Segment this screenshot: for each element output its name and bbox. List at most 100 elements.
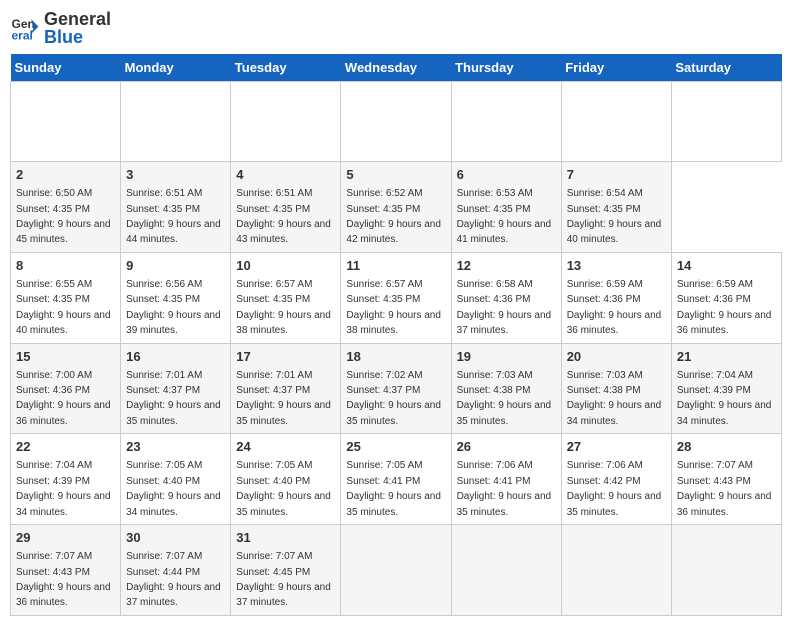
header-day-wednesday: Wednesday [341,54,451,82]
calendar-cell: 12 Sunrise: 6:58 AMSunset: 4:36 PMDayligh… [451,252,561,343]
day-info: Sunrise: 7:02 AMSunset: 4:37 PMDaylight:… [346,370,441,427]
day-info: Sunrise: 7:07 AMSunset: 4:43 PMDaylight:… [677,460,772,517]
calendar-cell: 21 Sunrise: 7:04 AMSunset: 4:39 PMDayligh… [671,343,781,434]
day-number: 31 [236,529,335,547]
day-number: 9 [126,257,225,275]
day-info: Sunrise: 6:58 AMSunset: 4:36 PMDaylight:… [457,279,552,336]
day-number: 17 [236,348,335,366]
day-number: 2 [16,166,115,184]
calendar-cell [561,82,671,162]
calendar-cell: 4Sunrise: 6:51 AMSunset: 4:35 PMDaylight… [231,162,341,253]
logo-icon: Gen eral [10,13,40,43]
calendar-cell: 29 Sunrise: 7:07 AMSunset: 4:43 PMDayligh… [11,525,121,616]
day-info: Sunrise: 6:59 AMSunset: 4:36 PMDaylight:… [677,279,772,336]
day-number: 25 [346,438,445,456]
calendar-cell [671,82,781,162]
calendar-cell [451,82,561,162]
calendar-cell: 27 Sunrise: 7:06 AMSunset: 4:42 PMDayligh… [561,434,671,525]
calendar-cell [11,82,121,162]
calendar-cell: 17Sunrise: 7:01 AMSunset: 4:37 PMDayligh… [231,343,341,434]
calendar-cell [341,82,451,162]
calendar-cell: 24 Sunrise: 7:05 AMSunset: 4:40 PMDayligh… [231,434,341,525]
day-number: 29 [16,529,115,547]
day-info: Sunrise: 6:50 AMSunset: 4:35 PMDaylight:… [16,188,111,245]
day-info: Sunrise: 6:51 AMSunset: 4:35 PMDaylight:… [126,188,221,245]
header-day-monday: Monday [121,54,231,82]
calendar-cell [451,525,561,616]
day-number: 10 [236,257,335,275]
calendar-cell [561,525,671,616]
header-day-tuesday: Tuesday [231,54,341,82]
day-number: 22 [16,438,115,456]
day-info: Sunrise: 6:53 AMSunset: 4:35 PMDaylight:… [457,188,552,245]
calendar-cell: 9 Sunrise: 6:56 AMSunset: 4:35 PMDaylight… [121,252,231,343]
calendar-week-5: 22 Sunrise: 7:04 AMSunset: 4:39 PMDayligh… [11,434,782,525]
calendar-week-4: 15Sunrise: 7:00 AMSunset: 4:36 PMDayligh… [11,343,782,434]
calendar-cell: 10 Sunrise: 6:57 AMSunset: 4:35 PMDayligh… [231,252,341,343]
calendar-cell: 3 Sunrise: 6:51 AMSunset: 4:35 PMDaylight… [121,162,231,253]
day-number: 27 [567,438,666,456]
day-number: 8 [16,257,115,275]
calendar-cell: 30 Sunrise: 7:07 AMSunset: 4:44 PMDayligh… [121,525,231,616]
header-day-thursday: Thursday [451,54,561,82]
calendar-cell: 18Sunrise: 7:02 AMSunset: 4:37 PMDayligh… [341,343,451,434]
calendar-cell: 5Sunrise: 6:52 AMSunset: 4:35 PMDaylight… [341,162,451,253]
calendar-cell: 22 Sunrise: 7:04 AMSunset: 4:39 PMDayligh… [11,434,121,525]
day-number: 7 [567,166,666,184]
calendar-cell: 2 Sunrise: 6:50 AMSunset: 4:35 PMDaylight… [11,162,121,253]
day-info: Sunrise: 6:57 AMSunset: 4:35 PMDaylight:… [236,279,331,336]
calendar-table: SundayMondayTuesdayWednesdayThursdayFrid… [10,54,782,616]
calendar-cell: 19Sunrise: 7:03 AMSunset: 4:38 PMDayligh… [451,343,561,434]
day-info: Sunrise: 7:04 AMSunset: 4:39 PMDaylight:… [16,460,111,517]
calendar-cell: 31 Sunrise: 7:07 AMSunset: 4:45 PMDayligh… [231,525,341,616]
day-info: Sunrise: 7:03 AMSunset: 4:38 PMDaylight:… [567,370,662,427]
calendar-cell [121,82,231,162]
day-info: Sunrise: 6:54 AMSunset: 4:35 PMDaylight:… [567,188,662,245]
day-number: 30 [126,529,225,547]
day-number: 21 [677,348,776,366]
day-info: Sunrise: 7:00 AMSunset: 4:36 PMDaylight:… [16,370,111,427]
header: Gen eral GeneralBlue [10,10,782,46]
day-number: 24 [236,438,335,456]
calendar-cell: 23 Sunrise: 7:05 AMSunset: 4:40 PMDayligh… [121,434,231,525]
calendar-week-6: 29 Sunrise: 7:07 AMSunset: 4:43 PMDayligh… [11,525,782,616]
calendar-cell: 6Sunrise: 6:53 AMSunset: 4:35 PMDaylight… [451,162,561,253]
day-info: Sunrise: 7:05 AMSunset: 4:41 PMDaylight:… [346,460,441,517]
day-info: Sunrise: 7:05 AMSunset: 4:40 PMDaylight:… [236,460,331,517]
calendar-cell: 13 Sunrise: 6:59 AMSunset: 4:36 PMDayligh… [561,252,671,343]
calendar-cell: 26Sunrise: 7:06 AMSunset: 4:41 PMDayligh… [451,434,561,525]
calendar-header-row: SundayMondayTuesdayWednesdayThursdayFrid… [11,54,782,82]
calendar-cell: 8Sunrise: 6:55 AMSunset: 4:35 PMDaylight… [11,252,121,343]
calendar-cell: 25 Sunrise: 7:05 AMSunset: 4:41 PMDayligh… [341,434,451,525]
calendar-cell: 20Sunrise: 7:03 AMSunset: 4:38 PMDayligh… [561,343,671,434]
day-number: 4 [236,166,335,184]
day-number: 16 [126,348,225,366]
day-info: Sunrise: 7:06 AMSunset: 4:42 PMDaylight:… [567,460,662,517]
day-info: Sunrise: 6:52 AMSunset: 4:35 PMDaylight:… [346,188,441,245]
calendar-cell: 28Sunrise: 7:07 AMSunset: 4:43 PMDayligh… [671,434,781,525]
day-number: 13 [567,257,666,275]
calendar-week-1 [11,82,782,162]
logo: Gen eral GeneralBlue [10,10,111,46]
day-info: Sunrise: 7:07 AMSunset: 4:45 PMDaylight:… [236,551,331,608]
day-number: 23 [126,438,225,456]
calendar-cell: 11Sunrise: 6:57 AMSunset: 4:35 PMDayligh… [341,252,451,343]
day-info: Sunrise: 7:04 AMSunset: 4:39 PMDaylight:… [677,370,772,427]
header-day-sunday: Sunday [11,54,121,82]
calendar-cell: 7 Sunrise: 6:54 AMSunset: 4:35 PMDaylight… [561,162,671,253]
day-info: Sunrise: 7:05 AMSunset: 4:40 PMDaylight:… [126,460,221,517]
day-info: Sunrise: 6:56 AMSunset: 4:35 PMDaylight:… [126,279,221,336]
day-number: 12 [457,257,556,275]
calendar-cell [231,82,341,162]
calendar-cell [671,525,781,616]
day-info: Sunrise: 7:07 AMSunset: 4:43 PMDaylight:… [16,551,111,608]
day-info: Sunrise: 7:03 AMSunset: 4:38 PMDaylight:… [457,370,552,427]
calendar-cell [341,525,451,616]
day-number: 26 [457,438,556,456]
day-number: 3 [126,166,225,184]
day-number: 14 [677,257,776,275]
calendar-week-2: 2 Sunrise: 6:50 AMSunset: 4:35 PMDaylight… [11,162,782,253]
day-info: Sunrise: 7:07 AMSunset: 4:44 PMDaylight:… [126,551,221,608]
day-info: Sunrise: 6:57 AMSunset: 4:35 PMDaylight:… [346,279,441,336]
day-info: Sunrise: 6:59 AMSunset: 4:36 PMDaylight:… [567,279,662,336]
